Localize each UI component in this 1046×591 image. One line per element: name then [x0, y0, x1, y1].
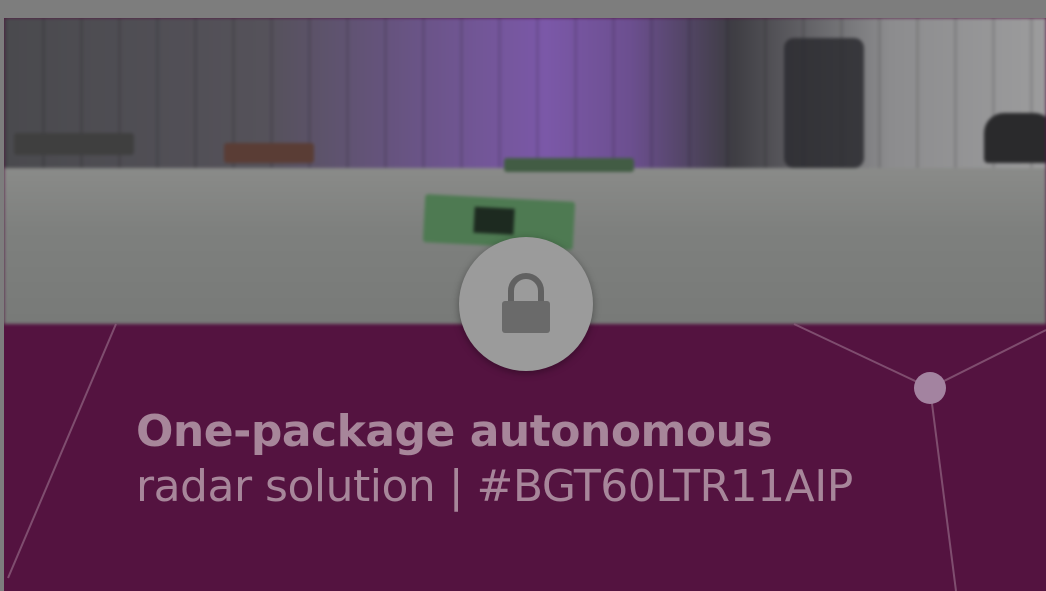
- locked-video-thumbnail: One-package autonomous radar solution | …: [0, 0, 1046, 591]
- title-regular-line: radar solution | #BGT60LTR11AIP: [136, 461, 853, 512]
- lock-icon: [502, 273, 550, 333]
- lock-button[interactable]: [459, 237, 593, 371]
- video-title: One-package autonomous radar solution | …: [136, 406, 996, 516]
- title-bold-line: One-package autonomous: [136, 406, 773, 457]
